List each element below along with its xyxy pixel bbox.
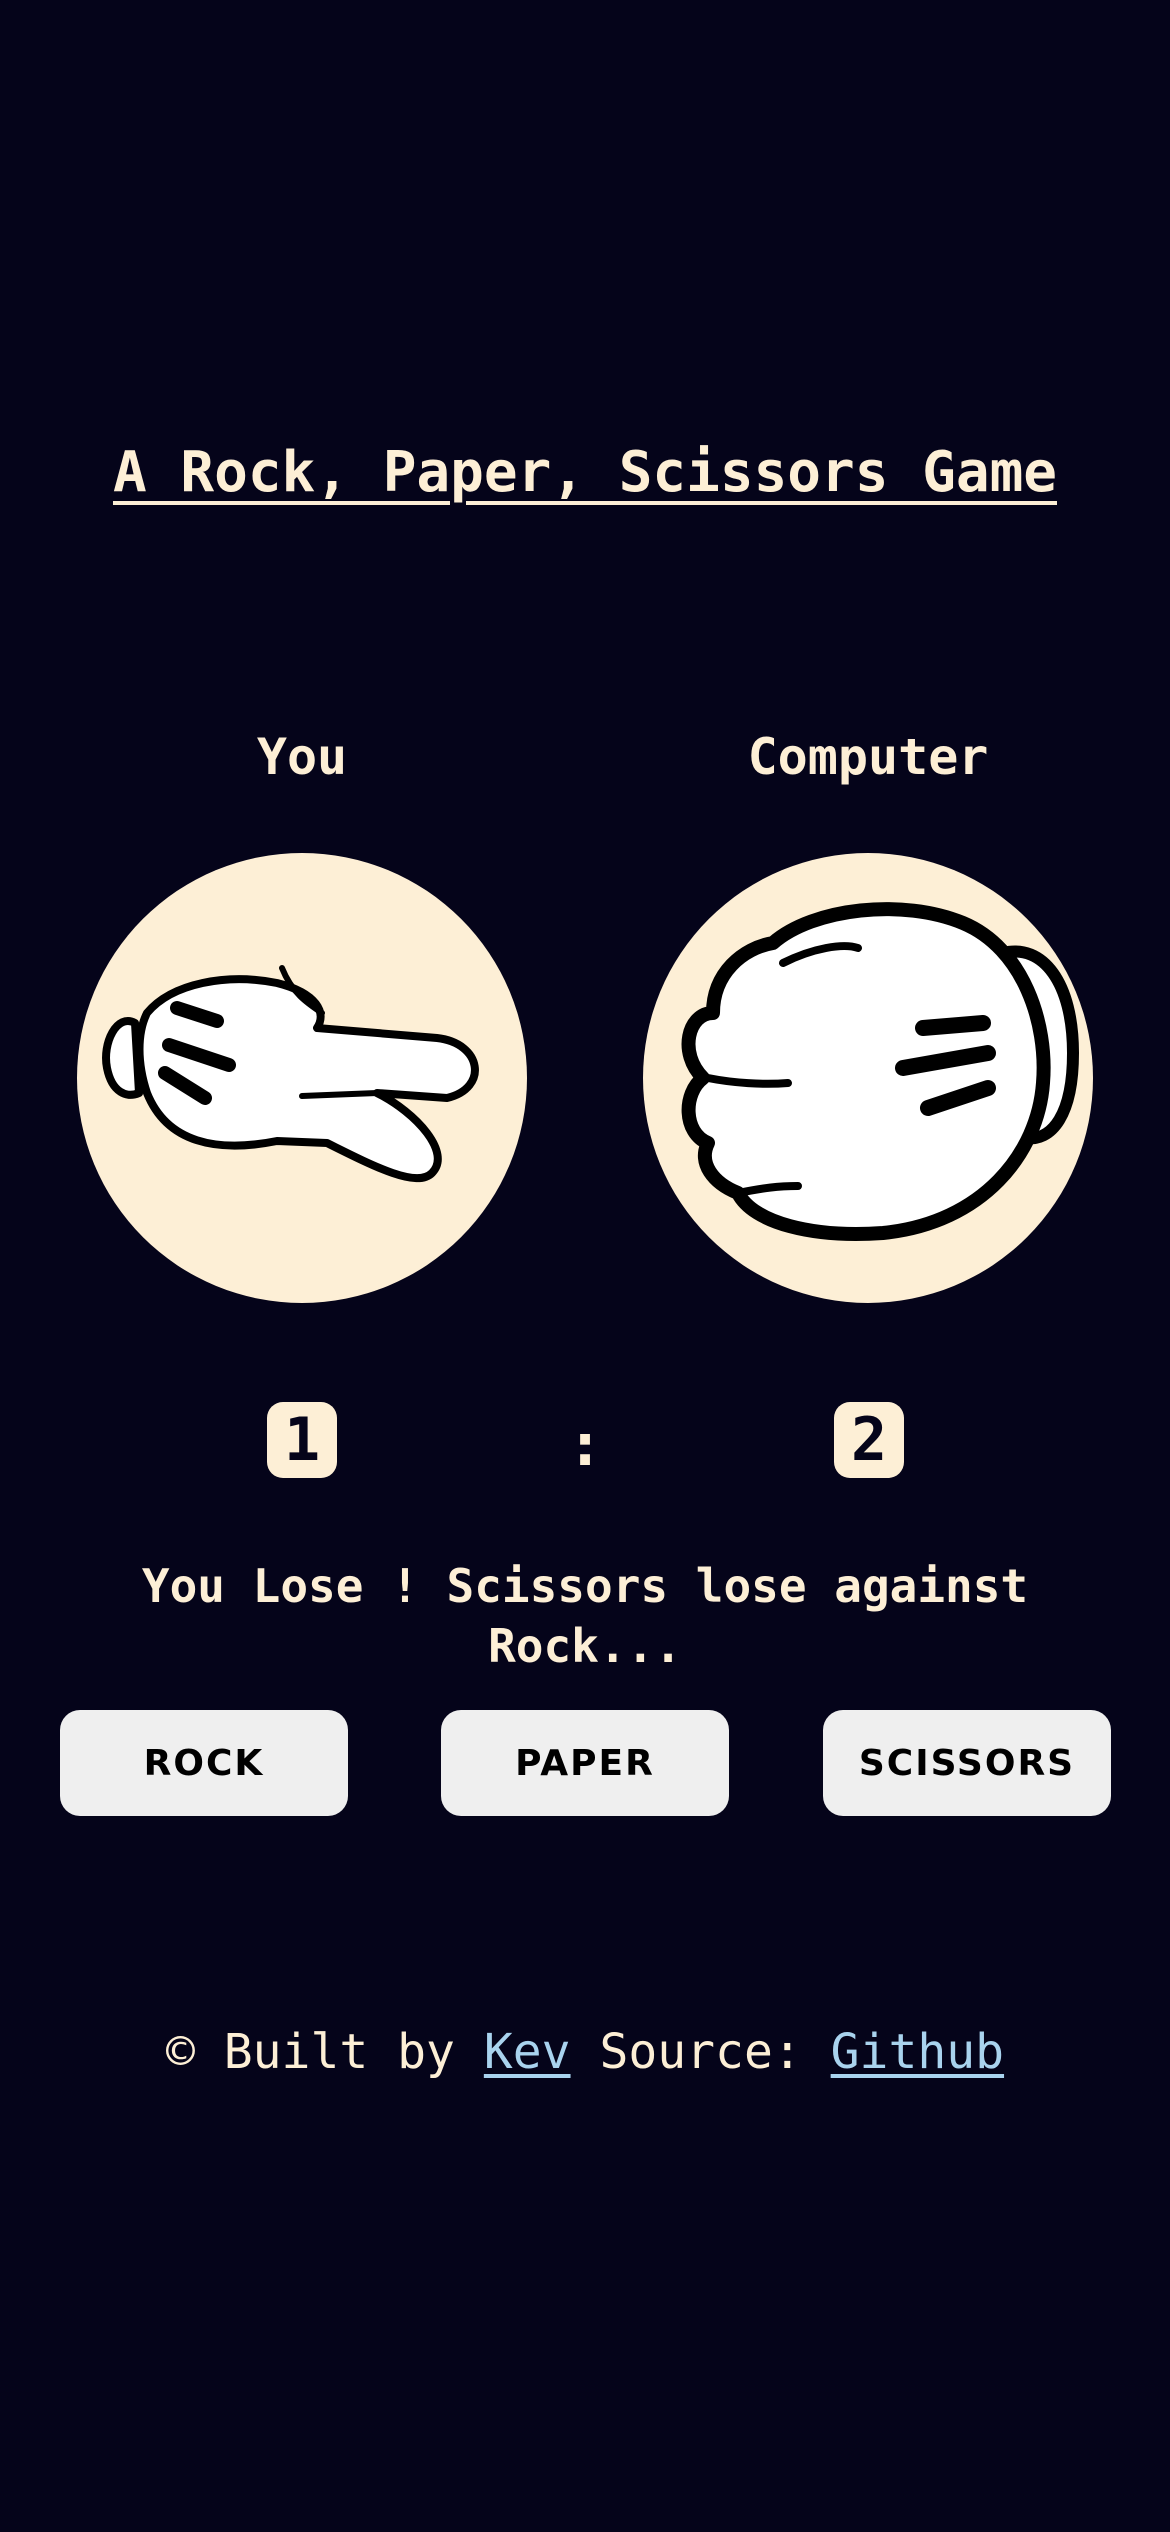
score-separator: : bbox=[566, 1410, 604, 1480]
round-result-message: You Lose ! Scissors lose against Rock... bbox=[141, 1559, 1029, 1673]
rock-fist-icon bbox=[681, 902, 1079, 1241]
footer-source-label: Source: bbox=[599, 2024, 802, 2080]
player-label-you: You bbox=[256, 728, 348, 786]
computer-score: 2 bbox=[834, 1402, 904, 1478]
computer-hand-display bbox=[643, 853, 1093, 1303]
github-link[interactable]: Github bbox=[831, 2024, 1004, 2080]
author-link[interactable]: Kev bbox=[484, 2024, 571, 2080]
footer: © Built by Kev Source: Github bbox=[0, 2024, 1170, 2080]
page-title: A Rock, Paper, Scissors Game bbox=[112, 440, 1057, 505]
paper-button[interactable]: PAPER bbox=[441, 1710, 729, 1816]
footer-credit: © Built by bbox=[165, 2024, 455, 2080]
scissors-hand-icon bbox=[102, 965, 479, 1183]
player-label-computer: Computer bbox=[747, 728, 989, 786]
player-score: 1 bbox=[267, 1402, 337, 1478]
scissors-button[interactable]: SCISSORS bbox=[823, 1710, 1111, 1816]
player-hand-display bbox=[77, 853, 527, 1303]
rock-button[interactable]: ROCK bbox=[60, 1710, 348, 1816]
